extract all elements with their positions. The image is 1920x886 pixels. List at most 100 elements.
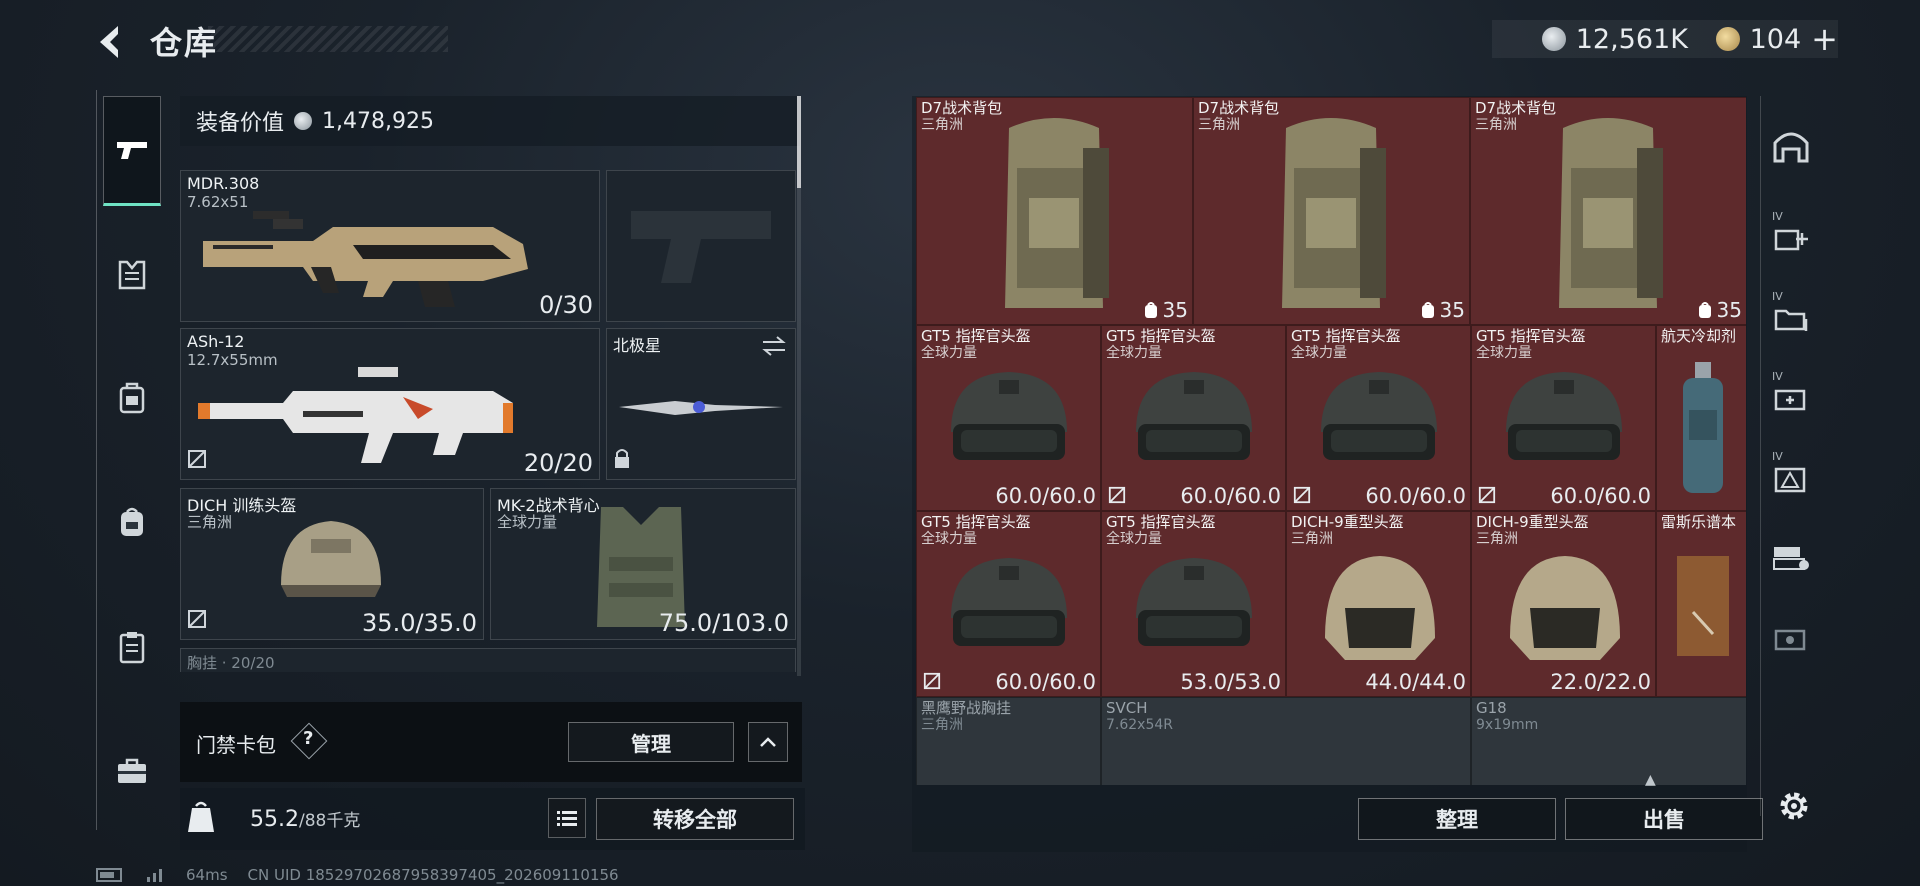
premium-balance: 104 — [1749, 23, 1802, 55]
helmet-image — [281, 521, 381, 597]
stash-item[interactable]: D7战术背包 三角洲 35 — [1193, 97, 1470, 325]
notebook-image — [1677, 556, 1729, 656]
stash-item[interactable]: DICH-9重型头盔 三角洲 44.0/44.0 — [1286, 511, 1471, 697]
gti-container-icon — [1773, 547, 1809, 570]
transfer-all-button[interactable]: 转移全部 — [596, 798, 794, 840]
stash-item[interactable]: DICH-9重型头盔 三角洲 22.0/22.0 — [1471, 511, 1656, 697]
scrollbar-thumb[interactable] — [797, 96, 801, 188]
no-insurance-icon — [1108, 486, 1126, 504]
helmet-image — [1506, 372, 1622, 460]
tab-tier-label: IV — [1772, 370, 1783, 383]
pistol-placeholder-image — [631, 211, 771, 283]
coin-icon — [294, 112, 313, 130]
item-durability: 60.0/60.0 — [1550, 484, 1651, 508]
chest-rig-icon — [119, 382, 145, 414]
durability: 75.0/103.0 — [658, 609, 789, 637]
item-subtitle: 三角洲 — [921, 117, 963, 133]
tab-container-4[interactable]: IV — [1764, 446, 1818, 506]
tab-container-2[interactable]: IV — [1764, 286, 1818, 346]
stash-item[interactable]: GT5 指挥官头盔 全球力量 60.0/60.0 — [916, 325, 1101, 511]
stash-item[interactable]: D7战术背包 三角洲 35 — [916, 97, 1193, 325]
clipboard-icon — [119, 632, 145, 664]
item-durability: 60.0/60.0 — [995, 670, 1096, 694]
armor-vest-icon — [118, 260, 146, 290]
lock-icon — [613, 447, 631, 473]
help-icon: ? — [303, 728, 314, 749]
pistol-slot[interactable] — [606, 170, 796, 322]
stash-item[interactable]: 黑鹰野战胸挂 三角洲 — [916, 697, 1101, 785]
stash-item[interactable]: 雷斯乐谱本 — [1656, 511, 1746, 697]
item-capacity: 35 — [1143, 298, 1188, 322]
tab-add-stash[interactable]: IV — [1764, 206, 1818, 266]
tab-weapons[interactable] — [103, 96, 161, 206]
no-insurance-icon — [187, 449, 207, 473]
stash-item[interactable]: D7战术背包 三角洲 35 — [1470, 97, 1746, 325]
locked-container-icon — [1774, 629, 1806, 651]
weight-value: 55.2/88千克 — [250, 806, 360, 832]
knife-image — [619, 401, 783, 415]
item-name: 航天冷却剂 — [1661, 327, 1737, 345]
stash-item[interactable]: GT5 指挥官头盔 全球力量 60.0/60.0 — [1471, 325, 1656, 511]
tab-tier-label: IV — [1772, 210, 1783, 223]
item-durability: 60.0/60.0 — [1365, 484, 1466, 508]
item-subtitle: 三角洲 — [1476, 531, 1518, 547]
stash-item[interactable]: GT5 指挥官头盔 全球力量 60.0/60.0 — [916, 511, 1101, 697]
helmet-slot[interactable]: DICH 训练头盔 三角洲 35.0/35.0 — [180, 488, 484, 640]
stash-item[interactable]: 航天冷却剂 — [1656, 325, 1746, 511]
list-icon — [557, 811, 577, 826]
collapse-button[interactable] — [748, 722, 788, 762]
tab-armor[interactable] — [103, 220, 161, 330]
medical-container-icon — [1774, 389, 1806, 411]
toolbox-icon — [118, 758, 146, 783]
armor-slot[interactable]: MK-2战术背心 全球力量 75.0/103.0 — [490, 488, 796, 640]
item-subtitle: 全球力量 — [1106, 531, 1162, 547]
tab-clipboard[interactable] — [103, 592, 161, 702]
stash-item[interactable]: GT5 指挥官头盔 全球力量 60.0/60.0 — [1101, 325, 1286, 511]
add-currency-button[interactable]: + — [1811, 23, 1838, 55]
chest-rig-slot[interactable]: 胸挂 · 20/20 — [180, 648, 796, 672]
tab-backpack[interactable] — [103, 468, 161, 578]
manage-button[interactable]: 管理 — [568, 722, 734, 762]
melee-slot[interactable]: 北极星 — [606, 328, 796, 480]
stash-item[interactable]: GT5 指挥官头盔 全球力量 53.0/53.0 — [1101, 511, 1286, 697]
coin-icon — [1542, 27, 1566, 51]
coolant-canister-image — [1683, 362, 1723, 493]
back-button[interactable] — [92, 22, 128, 62]
stash-item[interactable]: GT5 指挥官头盔 全球力量 60.0/60.0 — [1286, 325, 1471, 511]
tab-tier-label: IV — [1772, 290, 1783, 303]
item-name: 雷斯乐谱本 — [1661, 513, 1737, 531]
equipment-value-amount: 1,478,925 — [322, 108, 434, 134]
helmet-image — [1325, 556, 1435, 660]
sort-button[interactable]: 整理 — [1358, 798, 1556, 840]
tab-container-3[interactable]: IV — [1764, 366, 1818, 426]
swap-icon[interactable] — [761, 335, 787, 357]
stash-arch-icon — [1773, 132, 1809, 163]
title-decoration — [208, 26, 448, 52]
list-view-button[interactable] — [548, 798, 586, 838]
helmet-image — [1510, 556, 1620, 660]
item-subtitle: 全球力量 — [1291, 345, 1347, 361]
tab-toolbox[interactable] — [103, 716, 161, 826]
equipment-value-label: 装备价值 — [196, 111, 285, 136]
stash-tabs: IV IV IV IV — [1760, 96, 1822, 836]
sell-button[interactable]: 出售 — [1565, 798, 1763, 840]
item-subtitle: 7.62x54R — [1106, 717, 1173, 733]
item-name: DICH-9重型头盔 — [1476, 513, 1589, 531]
item-durability: 44.0/44.0 — [1365, 670, 1466, 694]
tab-gti-container[interactable] — [1764, 526, 1818, 586]
item-subtitle: 三角洲 — [1198, 117, 1240, 133]
item-subtitle: 全球力量 — [921, 345, 977, 361]
tab-stash-main[interactable] — [1764, 116, 1818, 176]
helmet-image — [1136, 558, 1252, 646]
secondary-weapon-slot[interactable]: ASh-12 12.7x55mm 20/20 — [180, 328, 600, 480]
settings-button[interactable] — [1772, 784, 1816, 828]
tab-container-5[interactable] — [1764, 606, 1818, 666]
stash-item[interactable]: SVCH 7.62x54R — [1101, 697, 1471, 785]
primary-weapon-slot[interactable]: MDR.308 7.62x51 0/30 — [180, 170, 600, 322]
tab-chest-rig[interactable] — [103, 344, 161, 454]
stash-grid: D7战术背包 三角洲 35 D7战术背包 三角洲 35 D7战术背包 三角洲 35 GT5 指挥官… — [916, 97, 1746, 785]
signal-icon — [147, 869, 162, 882]
stash-item[interactable]: G18 9x19mm — [1471, 697, 1746, 785]
item-name: GT5 指挥官头盔 — [1106, 513, 1216, 531]
chest-rig-label: 胸挂 · 20/20 — [187, 654, 275, 672]
